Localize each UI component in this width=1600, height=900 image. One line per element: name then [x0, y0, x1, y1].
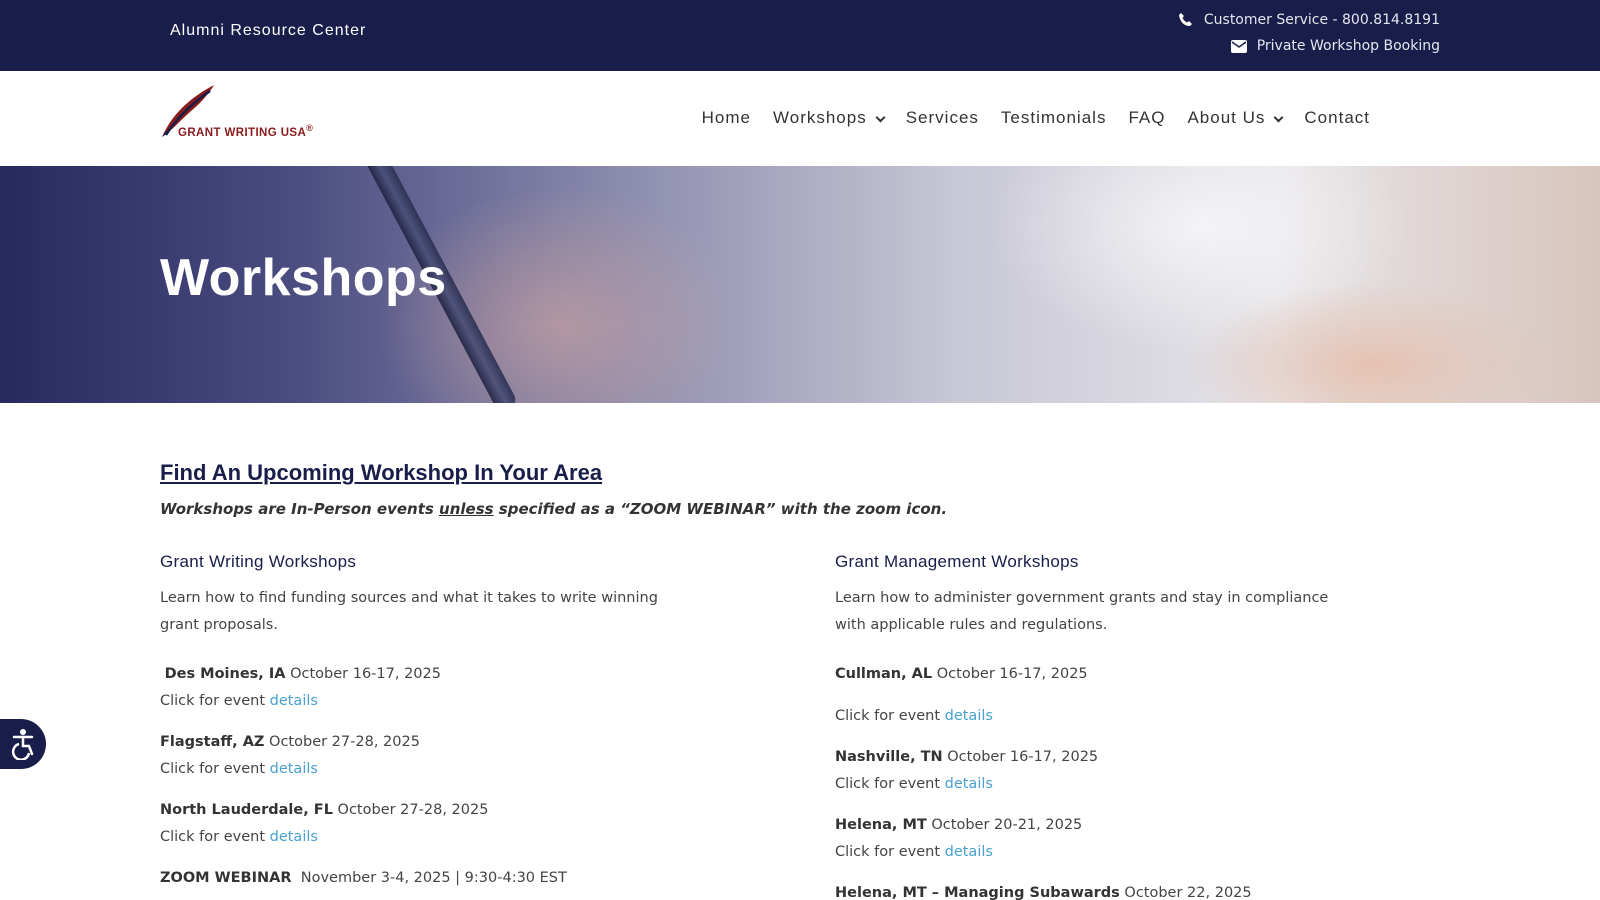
- grant-management-column: Grant Management Workshops Learn how to …: [835, 552, 1395, 900]
- event-details-link[interactable]: details: [945, 708, 993, 724]
- nav-faq[interactable]: FAQ: [1128, 108, 1165, 128]
- event-item: Nashville, TN October 16-17, 2025 Click …: [835, 749, 1099, 792]
- event-item: North Lauderdale, FL October 27-28, 2025…: [160, 802, 489, 845]
- logo-wordmark: GRANT WRITING USA®: [178, 123, 314, 139]
- phone-icon: [1178, 12, 1194, 28]
- booking-label: Private Workshop Booking: [1256, 38, 1440, 54]
- envelope-icon: [1230, 39, 1247, 53]
- primary-nav: Home Workshops Services Testimonials FAQ…: [702, 108, 1370, 128]
- event-item: Flagstaff, AZ October 27-28, 2025 Click …: [160, 734, 420, 777]
- event-details-link[interactable]: details: [270, 761, 318, 777]
- grant-writing-desc: Learn how to find funding sources and wh…: [160, 590, 658, 633]
- event-item: Cullman, AL October 16-17, 2025 Click fo…: [835, 666, 1088, 724]
- chevron-down-icon: [875, 112, 886, 122]
- page-title: Workshops: [160, 249, 447, 307]
- chevron-down-icon: [1273, 112, 1284, 122]
- main-navbar: GRANT WRITING USA® Home Workshops Servic…: [0, 71, 1600, 166]
- accessibility-button[interactable]: [0, 719, 46, 769]
- grant-management-desc: Learn how to administer government grant…: [835, 590, 1329, 633]
- top-bar: Alumni Resource Center Customer Service …: [0, 0, 1600, 71]
- event-item: ZOOM WEBINAR November 3-4, 2025 | 9:30-4…: [160, 870, 567, 886]
- grant-writing-events: Des Moines, IA October 16-17, 2025 Click…: [160, 661, 720, 892]
- event-details-link[interactable]: details: [270, 693, 318, 709]
- site-logo[interactable]: GRANT WRITING USA®: [160, 83, 335, 143]
- private-workshop-booking-link[interactable]: Private Workshop Booking: [1230, 38, 1440, 54]
- event-item: Des Moines, IA October 16-17, 2025 Click…: [160, 666, 441, 709]
- hero-banner: Workshops: [0, 166, 1600, 403]
- nav-contact[interactable]: Contact: [1304, 108, 1370, 128]
- grant-management-title: Grant Management Workshops: [835, 552, 1079, 571]
- event-item: Helena, MT – Managing Subawards October …: [835, 885, 1252, 900]
- nav-workshops[interactable]: Workshops: [773, 108, 886, 128]
- alumni-resource-center-link[interactable]: Alumni Resource Center: [170, 22, 366, 40]
- nav-testimonials[interactable]: Testimonials: [1001, 108, 1107, 128]
- customer-service-phone[interactable]: Customer Service - 800.814.8191: [1178, 12, 1440, 28]
- phone-label: Customer Service - 800.814.8191: [1203, 12, 1440, 28]
- event-details-link[interactable]: details: [945, 844, 993, 860]
- event-details-link[interactable]: details: [945, 776, 993, 792]
- main-content: Find An Upcoming Workshop In Your Area W…: [160, 460, 1440, 900]
- in-person-note: Workshops are In-Person events unless sp…: [160, 500, 948, 518]
- grant-writing-title: Grant Writing Workshops: [160, 552, 357, 571]
- accessibility-icon: [11, 729, 34, 760]
- section-heading: Find An Upcoming Workshop In Your Area: [160, 460, 603, 485]
- nav-home[interactable]: Home: [702, 108, 751, 128]
- grant-writing-column: Grant Writing Workshops Learn how to fin…: [160, 552, 720, 900]
- event-details-link[interactable]: details: [270, 829, 318, 845]
- nav-about-us[interactable]: About Us: [1187, 108, 1284, 128]
- nav-services[interactable]: Services: [906, 108, 979, 128]
- event-item: Helena, MT October 20-21, 2025 Click for…: [835, 817, 1083, 860]
- grant-management-events: Cullman, AL October 16-17, 2025 Click fo…: [835, 661, 1395, 900]
